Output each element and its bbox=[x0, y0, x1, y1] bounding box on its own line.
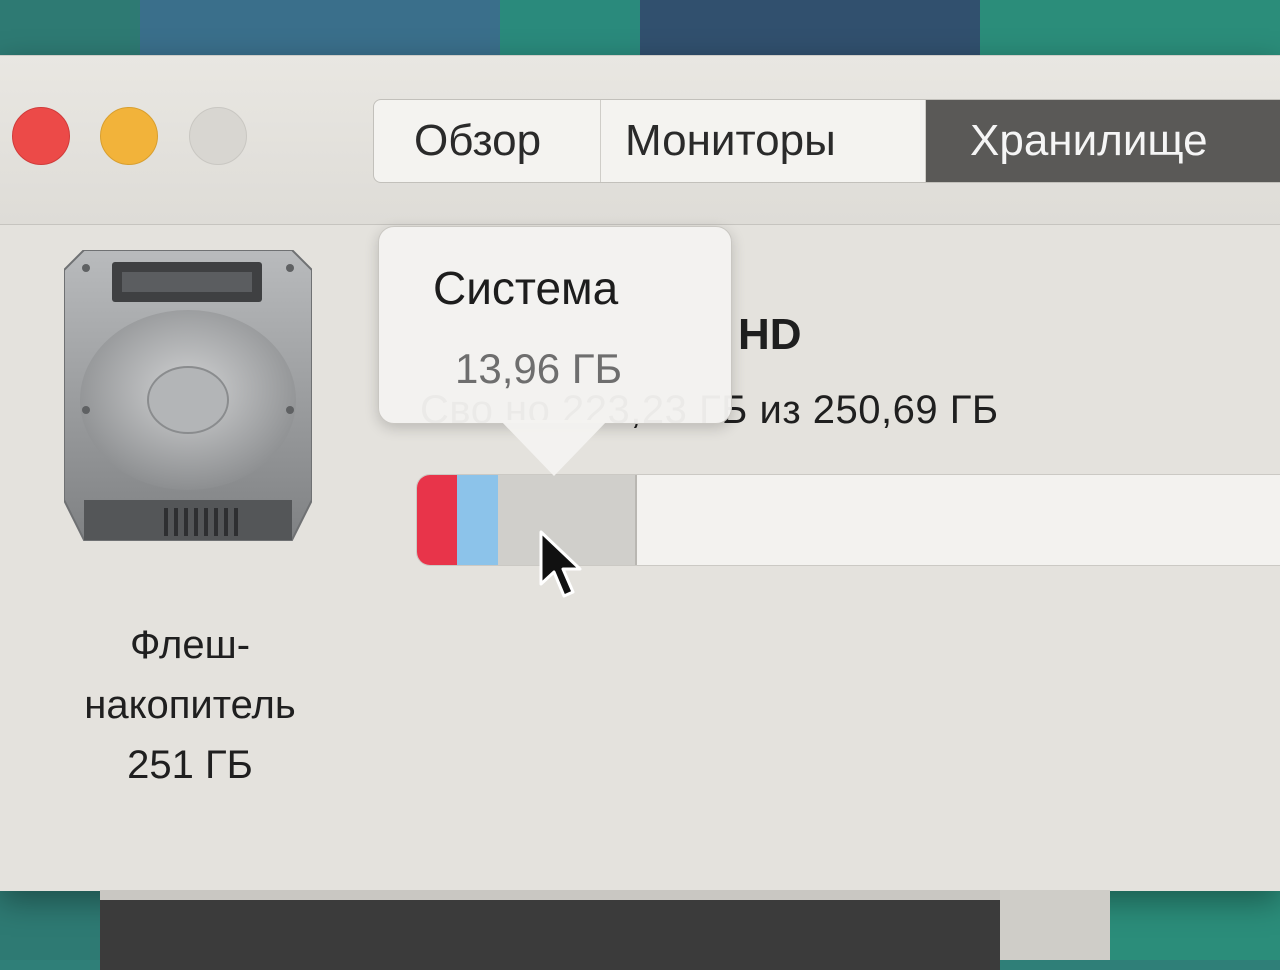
zoom-button bbox=[189, 107, 247, 165]
titlebar: Обзор Мониторы Хранилище bbox=[0, 56, 1280, 225]
storage-segment-blue[interactable] bbox=[457, 475, 498, 565]
drive-capacity: 251 ГБ bbox=[127, 743, 253, 787]
tooltip-pointer bbox=[500, 420, 608, 476]
disk-name: HD bbox=[738, 310, 802, 359]
drive-label-line: Флеш- bbox=[129, 623, 251, 667]
storage-segment-red[interactable] bbox=[417, 475, 457, 565]
tooltip: Система 13,96 ГБ bbox=[378, 226, 732, 424]
background-window-edge bbox=[1000, 890, 1110, 960]
close-button[interactable] bbox=[12, 107, 70, 165]
hard-drive-icon bbox=[64, 250, 312, 541]
tooltip-title: Система bbox=[433, 262, 619, 314]
drive-label-line: накопитель bbox=[84, 683, 296, 727]
tooltip-value: 13,96 ГБ bbox=[455, 345, 623, 392]
tab-overview[interactable]: Обзор bbox=[374, 100, 601, 182]
drive-label: Флеш- накопитель 251 ГБ bbox=[40, 615, 340, 795]
background-window-edge bbox=[100, 890, 1000, 970]
tab-storage[interactable]: Хранилище bbox=[926, 100, 1280, 182]
tab-displays[interactable]: Мониторы bbox=[601, 100, 926, 182]
segmented-tabs: Обзор Мониторы Хранилище bbox=[373, 99, 1280, 183]
minimize-button[interactable] bbox=[100, 107, 158, 165]
mouse-cursor-icon bbox=[539, 530, 582, 598]
